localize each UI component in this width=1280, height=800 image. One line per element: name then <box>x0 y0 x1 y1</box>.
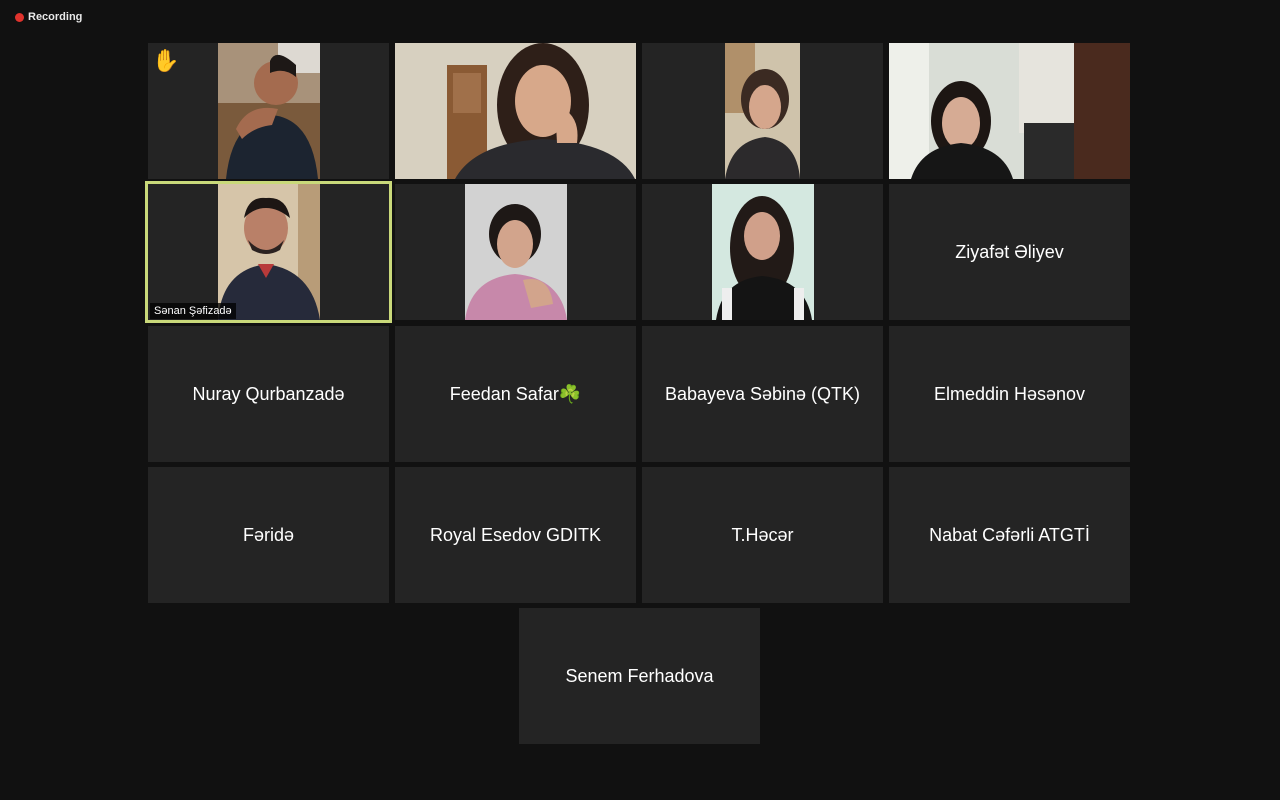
participant-tile[interactable] <box>642 184 883 320</box>
participant-name: Feedan Safar☘️ <box>449 383 582 404</box>
person-silhouette <box>465 184 567 320</box>
person-silhouette <box>218 184 320 320</box>
participant-tile[interactable]: Nabat Cəfərli ATGTİ <box>889 467 1130 603</box>
participant-tile[interactable]: Fəridə <box>148 467 389 603</box>
participant-video <box>725 43 800 179</box>
participant-name: Ziyafət Əliyev <box>955 241 1064 262</box>
person-silhouette <box>395 43 636 179</box>
participant-tile[interactable]: Ziyafət Əliyev <box>889 184 1130 320</box>
participant-name: Fəridə <box>242 524 295 545</box>
participant-video <box>712 184 814 320</box>
participant-tile[interactable] <box>395 184 636 320</box>
participant-tile[interactable]: Babayeva Səbinə (QTK) <box>642 326 883 462</box>
participant-name-label: Sənan Şəfizadə <box>150 303 236 319</box>
recording-label: Recording <box>28 11 83 23</box>
raised-hand-icon: ✋ <box>152 48 180 73</box>
participant-name: Senem Ferhadova <box>565 665 714 686</box>
participant-tile[interactable]: Nuray Qurbanzadə <box>148 326 389 462</box>
participant-video <box>218 184 320 320</box>
participant-tile[interactable] <box>395 43 636 179</box>
person-silhouette <box>218 43 320 179</box>
recording-dot-icon <box>15 12 24 22</box>
person-silhouette <box>712 184 814 320</box>
participant-tile[interactable]: Senem Ferhadova <box>519 608 760 744</box>
participant-name: Babayeva Səbinə (QTK) <box>664 383 861 404</box>
person-silhouette <box>725 43 800 179</box>
participant-tile[interactable]: ✋ <box>148 43 389 179</box>
participant-video <box>465 184 567 320</box>
participant-name: Elmeddin Həsənov <box>933 383 1086 404</box>
participant-tile[interactable]: Feedan Safar☘️ <box>395 326 636 462</box>
participant-video <box>395 43 636 179</box>
participant-name: Nabat Cəfərli ATGTİ <box>929 524 1090 545</box>
participant-name: T.Həcər <box>731 524 794 545</box>
participant-tile[interactable] <box>642 43 883 179</box>
participant-tile[interactable] <box>889 43 1130 179</box>
participant-tile[interactable]: Elmeddin Həsənov <box>889 326 1130 462</box>
participant-tile-active-speaker[interactable]: Sənan Şəfizadə <box>145 181 392 323</box>
participant-tile[interactable]: Royal Esedov GDITK <box>395 467 636 603</box>
participant-name: Royal Esedov GDITK <box>429 524 602 545</box>
participant-video <box>218 43 320 179</box>
participant-tile[interactable]: T.Həcər <box>642 467 883 603</box>
recording-indicator[interactable]: Recording <box>15 11 82 23</box>
person-silhouette <box>889 43 1130 179</box>
participant-video <box>889 43 1130 179</box>
participant-name: Nuray Qurbanzadə <box>192 383 345 404</box>
